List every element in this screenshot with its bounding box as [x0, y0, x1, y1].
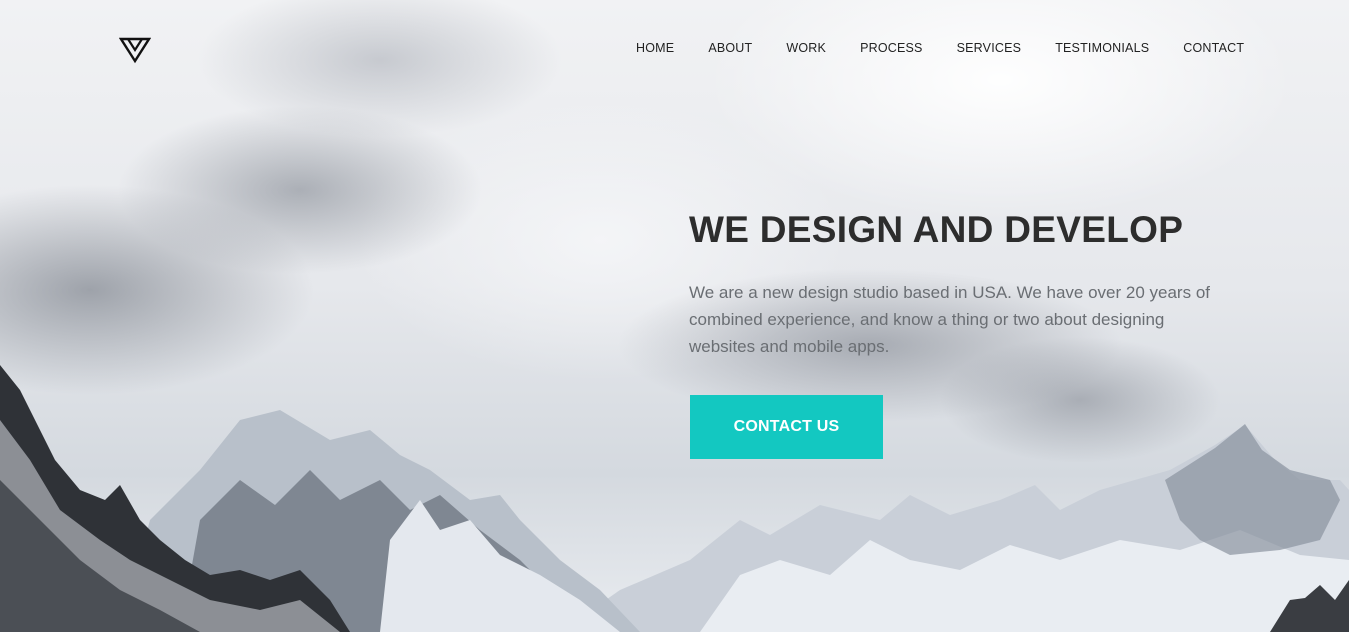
- nav-contact[interactable]: CONTACT: [1183, 41, 1244, 55]
- nav-about[interactable]: ABOUT: [708, 41, 752, 55]
- nav-testimonials[interactable]: TESTIMONIALS: [1055, 41, 1149, 55]
- nav-services[interactable]: SERVICES: [957, 41, 1022, 55]
- nav-home[interactable]: HOME: [636, 41, 674, 55]
- hero-headline: WE DESIGN AND DEVELOP: [689, 209, 1184, 250]
- nav-process[interactable]: PROCESS: [860, 41, 923, 55]
- contact-us-button[interactable]: CONTACT US: [690, 395, 883, 459]
- triangle-logo-icon[interactable]: [119, 36, 151, 64]
- hero-description: We are a new design studio based in USA.…: [689, 283, 1210, 356]
- main-navigation: HOME ABOUT WORK PROCESS SERVICES TESTIMO…: [636, 41, 1244, 55]
- nav-work[interactable]: WORK: [786, 41, 826, 55]
